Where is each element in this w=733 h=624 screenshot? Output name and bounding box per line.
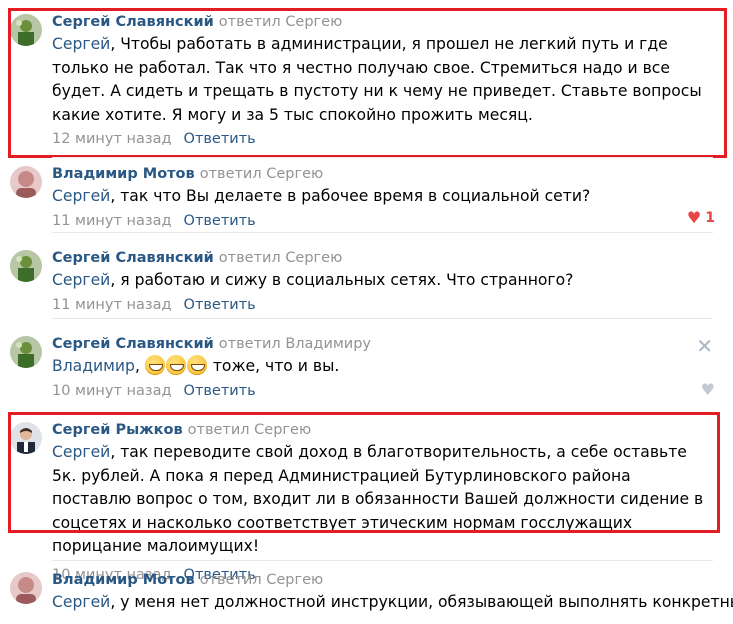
avatar[interactable]	[10, 572, 42, 604]
grinning-emoji-icon	[144, 355, 165, 375]
avatar[interactable]	[10, 166, 42, 198]
like-count: 1	[705, 210, 715, 226]
heart-icon: ♥	[686, 208, 702, 227]
like-button[interactable]: ♥ 1	[686, 208, 715, 227]
comment-time[interactable]: 10 минут назад	[52, 383, 172, 399]
comment-time[interactable]: 11 минут назад	[52, 297, 172, 313]
addressee-link[interactable]: Сергей	[52, 187, 110, 205]
comment-body: , так что Вы делаете в рабочее время в с…	[110, 187, 591, 205]
comment-author[interactable]: Владимир Мотов	[52, 572, 195, 588]
comment-body: , я работаю и сижу в социальных сетях. Ч…	[110, 271, 574, 289]
comma: ,	[134, 357, 145, 375]
reply-target[interactable]: ответил Сергею	[200, 166, 324, 182]
grinning-emoji-icon	[186, 355, 207, 375]
reply-target[interactable]: ответил Сергею	[200, 572, 324, 588]
close-icon[interactable]: ✕	[696, 336, 713, 356]
reply-button[interactable]: Ответить	[184, 297, 256, 313]
comment-text: Сергей, у меня нет должностной инструкци…	[52, 591, 733, 615]
comment-time[interactable]: 11 минут назад	[52, 213, 172, 229]
addressee-link[interactable]: Владимир	[52, 357, 135, 375]
comment-text: Сергей, я работаю и сижу в социальных се…	[52, 269, 713, 293]
addressee-link[interactable]: Сергей	[52, 271, 110, 289]
avatar[interactable]	[10, 250, 42, 282]
comment-text: Владимир, тоже, что и вы.	[52, 355, 713, 379]
divider	[52, 318, 713, 319]
reply-target[interactable]: ответил Сергею	[219, 250, 343, 266]
like-button[interactable]: ♥	[701, 382, 715, 398]
highlight-box	[8, 8, 727, 158]
reply-button[interactable]: Ответить	[184, 213, 256, 229]
addressee-link[interactable]: Сергей	[52, 593, 110, 611]
reply-target[interactable]: ответил Владимиру	[219, 336, 371, 352]
comment-body: тоже, что и вы.	[207, 357, 340, 375]
divider	[52, 232, 713, 233]
comment-author[interactable]: Сергей Славянский	[52, 250, 214, 266]
grinning-emoji-icon	[165, 355, 186, 375]
heart-icon: ♥	[700, 380, 715, 399]
comment-author[interactable]: Владимир Мотов	[52, 166, 195, 182]
highlight-box	[8, 412, 720, 533]
reply-button[interactable]: Ответить	[184, 383, 256, 399]
comment-text: Сергей, так что Вы делаете в рабочее вре…	[52, 185, 713, 209]
comment-author[interactable]: Сергей Славянский	[52, 336, 214, 352]
avatar[interactable]	[10, 336, 42, 368]
comment-body: , у меня нет должностной инструкции, обя…	[110, 593, 733, 611]
